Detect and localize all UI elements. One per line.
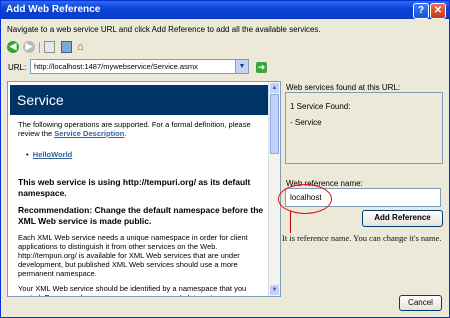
close-icon[interactable]: ✕ (430, 3, 446, 19)
scroll-down-icon[interactable]: ▼ (270, 285, 279, 295)
scroll-thumb[interactable] (270, 94, 279, 154)
service-title: Service (17, 92, 64, 108)
hello-world-link[interactable]: HelloWorld (33, 150, 72, 159)
scroll-up-icon[interactable]: ▲ (270, 83, 279, 93)
annotation-arrow (290, 211, 291, 233)
annotation-circle (278, 184, 332, 214)
vertical-scrollbar[interactable]: ▲ ▼ (268, 82, 280, 296)
url-value: http://localhost:1487/mywebservice/Servi… (34, 62, 198, 71)
add-reference-button[interactable]: Add Reference (362, 210, 443, 227)
window-title: Add Web Reference (6, 4, 101, 15)
url-dropdown-icon[interactable]: ▼ (235, 60, 248, 73)
forward-icon[interactable]: ▶ (23, 41, 35, 53)
go-icon[interactable]: ➜ (256, 62, 267, 73)
refresh-icon[interactable] (61, 41, 72, 53)
operation-list-item: • HelloWorld (26, 150, 73, 159)
service-banner: Service (10, 85, 268, 115)
service-browser-pane: Service The following operations are sup… (7, 81, 281, 297)
url-label: URL: (8, 63, 27, 72)
home-icon[interactable]: ⌂ (77, 41, 89, 53)
help-icon[interactable]: ? (413, 3, 429, 19)
instruction-text: Navigate to a web service URL and click … (7, 25, 321, 34)
back-icon[interactable]: ◀ (7, 41, 19, 53)
service-description-link[interactable]: Service Description (54, 129, 124, 138)
service-page-content: The following operations are supported. … (18, 120, 266, 296)
recommendation-heading: Recommendation: Change the default names… (18, 205, 264, 226)
intro-text: The following operations are supported. … (18, 120, 251, 138)
services-found-box: 1 Service Found: - Service (285, 92, 443, 164)
service-item: - Service (290, 118, 322, 127)
toolbar-separator (39, 42, 40, 53)
identify-paragraph: Your XML Web service should be identifie… (18, 284, 247, 296)
annotation-text: It is reference name. You can change it'… (282, 233, 442, 243)
cancel-button[interactable]: Cancel (399, 295, 442, 311)
stop-icon[interactable] (44, 41, 55, 53)
namespace-heading: This web service is using http://tempuri… (18, 177, 251, 198)
namespace-paragraph: Each XML Web service needs a unique name… (18, 233, 248, 278)
services-found-count: 1 Service Found: (290, 102, 351, 111)
services-found-label: Web services found at this URL: (286, 83, 401, 92)
add-web-reference-dialog: Add Web Reference ? ✕ Navigate to a web … (0, 0, 450, 318)
url-input[interactable]: http://localhost:1487/mywebservice/Servi… (30, 59, 249, 74)
title-bar: Add Web Reference ? ✕ (1, 1, 449, 19)
